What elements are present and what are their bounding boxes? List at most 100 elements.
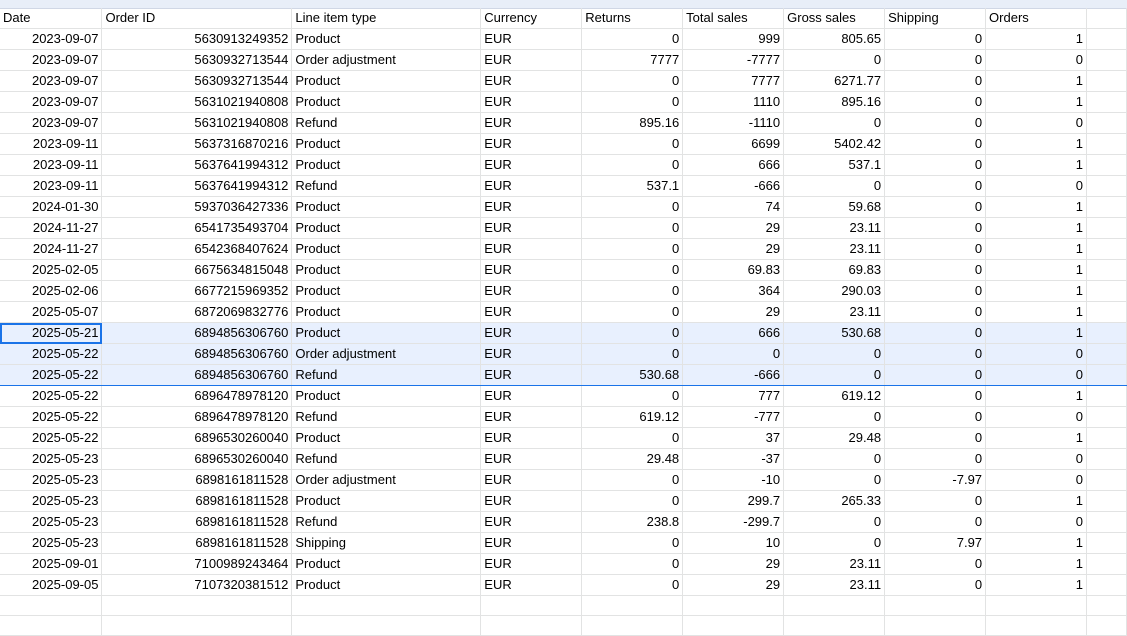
cell-total-sales[interactable]: -37 [682, 448, 785, 470]
cell-returns[interactable]: 0 [581, 385, 684, 407]
column-header-currency[interactable]: Currency [480, 8, 583, 29]
cell-orders[interactable]: 1 [985, 154, 1087, 176]
cell-returns[interactable]: 0 [581, 196, 684, 218]
empty-cell[interactable] [291, 615, 482, 636]
cell-total-sales[interactable]: 364 [682, 280, 785, 302]
cell-date[interactable]: 2023-09-11 [0, 133, 103, 155]
cell-gross-sales[interactable]: 0 [783, 532, 886, 554]
cell-currency[interactable]: EUR [480, 406, 583, 428]
cell-orders[interactable]: 1 [985, 238, 1087, 260]
cell-orders[interactable]: 1 [985, 70, 1087, 92]
cell-line-item-type[interactable]: Refund [291, 448, 482, 470]
cell-gross-sales[interactable]: 59.68 [783, 196, 886, 218]
cell-gross-sales[interactable]: 23.11 [783, 553, 886, 575]
cell-line-item-type[interactable]: Product [291, 280, 482, 302]
cell-returns[interactable]: 0 [581, 217, 684, 239]
cell-returns[interactable]: 0 [581, 343, 684, 365]
cell-order-id[interactable]: 5630932713544 [101, 49, 293, 71]
cell-date[interactable]: 2025-05-23 [0, 490, 103, 512]
cell-line-item-type[interactable]: Refund [291, 406, 482, 428]
cell-gross-sales[interactable]: 23.11 [783, 574, 886, 596]
column-header-gross-sales[interactable]: Gross sales [783, 8, 886, 29]
cell-returns[interactable]: 0 [581, 280, 684, 302]
table-row[interactable]: 2023-09-07 5631021940808 Refund EUR 895.16 -1… [0, 112, 1127, 134]
cell-orders[interactable]: 0 [985, 406, 1087, 428]
cell-date[interactable]: 2023-09-11 [0, 175, 103, 197]
cell-returns[interactable]: 0 [581, 154, 684, 176]
cell-shipping[interactable]: 0 [884, 574, 987, 596]
empty-cell[interactable] [1086, 595, 1127, 616]
cell-order-id[interactable]: 6898161811528 [101, 490, 293, 512]
cell-order-id[interactable]: 5631021940808 [101, 91, 293, 113]
cell-date[interactable]: 2025-05-22 [0, 364, 103, 386]
cell-orders[interactable]: 1 [985, 427, 1087, 449]
empty-cell[interactable] [480, 615, 583, 636]
cell-orders[interactable]: 1 [985, 217, 1087, 239]
cell-gross-sales[interactable]: 29.48 [783, 427, 886, 449]
cell-order-id[interactable]: 5637316870216 [101, 133, 293, 155]
column-header-date[interactable]: Date [0, 8, 103, 29]
cell-date[interactable]: 2023-09-07 [0, 112, 103, 134]
cell-shipping[interactable]: 0 [884, 301, 987, 323]
cell-order-id[interactable]: 6872069832776 [101, 301, 293, 323]
cell-total-sales[interactable]: 29 [682, 217, 785, 239]
table-row[interactable]: 2025-05-23 6896530260040 Refund EUR 29.48 -37… [0, 448, 1127, 470]
cell-shipping[interactable]: 0 [884, 448, 987, 470]
cell-gross-sales[interactable]: 5402.42 [783, 133, 886, 155]
cell-shipping[interactable]: 0 [884, 112, 987, 134]
cell-date[interactable]: 2025-05-22 [0, 385, 103, 407]
table-row[interactable]: 2025-05-07 6872069832776 Product EUR 0 29 23.1… [0, 301, 1127, 323]
cell-line-item-type[interactable]: Product [291, 133, 482, 155]
empty-cell[interactable] [1086, 280, 1127, 302]
table-row[interactable]: 2025-05-21 6894856306760 Product EUR 0 666 530… [0, 322, 1127, 344]
empty-cell[interactable] [581, 595, 684, 616]
cell-orders[interactable]: 1 [985, 301, 1087, 323]
cell-line-item-type[interactable]: Refund [291, 112, 482, 134]
cell-date[interactable]: 2025-02-05 [0, 259, 103, 281]
cell-currency[interactable]: EUR [480, 259, 583, 281]
cell-date[interactable]: 2024-01-30 [0, 196, 103, 218]
cell-returns[interactable]: 0 [581, 301, 684, 323]
table-row[interactable]: 2024-11-27 6542368407624 Product EUR 0 29 23.1… [0, 238, 1127, 260]
empty-row[interactable] [0, 595, 1127, 616]
cell-gross-sales[interactable]: 265.33 [783, 490, 886, 512]
cell-returns[interactable]: 238.8 [581, 511, 684, 533]
cell-total-sales[interactable]: 37 [682, 427, 785, 449]
empty-cell[interactable] [1086, 133, 1127, 155]
cell-gross-sales[interactable]: 0 [783, 406, 886, 428]
column-header-returns[interactable]: Returns [581, 8, 684, 29]
cell-gross-sales[interactable]: 0 [783, 364, 886, 386]
empty-cell[interactable] [985, 595, 1087, 616]
empty-cell[interactable] [1086, 49, 1127, 71]
cell-shipping[interactable]: 0 [884, 217, 987, 239]
table-row[interactable]: 2025-09-05 7107320381512 Product EUR 0 29 23.1… [0, 574, 1127, 596]
cell-currency[interactable]: EUR [480, 532, 583, 554]
cell-date[interactable]: 2025-05-23 [0, 511, 103, 533]
cell-date[interactable]: 2025-09-05 [0, 574, 103, 596]
cell-returns[interactable]: 0 [581, 70, 684, 92]
cell-shipping[interactable]: 0 [884, 133, 987, 155]
cell-line-item-type[interactable]: Product [291, 70, 482, 92]
empty-cell[interactable] [1086, 322, 1127, 344]
cell-gross-sales[interactable]: 0 [783, 469, 886, 491]
cell-date[interactable]: 2024-11-27 [0, 238, 103, 260]
cell-gross-sales[interactable]: 23.11 [783, 217, 886, 239]
cell-shipping[interactable]: 0 [884, 175, 987, 197]
cell-returns[interactable]: 895.16 [581, 112, 684, 134]
empty-cell[interactable] [581, 615, 684, 636]
cell-order-id[interactable]: 5631021940808 [101, 112, 293, 134]
cell-date[interactable]: 2025-05-22 [0, 343, 103, 365]
cell-order-id[interactable]: 6894856306760 [101, 343, 293, 365]
empty-cell[interactable] [1086, 574, 1127, 596]
empty-cell[interactable] [1086, 553, 1127, 575]
cell-line-item-type[interactable]: Product [291, 28, 482, 50]
cell-date[interactable]: 2025-05-23 [0, 469, 103, 491]
empty-cell[interactable] [1086, 8, 1127, 29]
cell-gross-sales[interactable]: 619.12 [783, 385, 886, 407]
cell-line-item-type[interactable]: Product [291, 301, 482, 323]
cell-gross-sales[interactable]: 6271.77 [783, 70, 886, 92]
cell-shipping[interactable]: 7.97 [884, 532, 987, 554]
cell-line-item-type[interactable]: Product [291, 154, 482, 176]
empty-cell[interactable] [101, 595, 293, 616]
cell-line-item-type[interactable]: Product [291, 196, 482, 218]
